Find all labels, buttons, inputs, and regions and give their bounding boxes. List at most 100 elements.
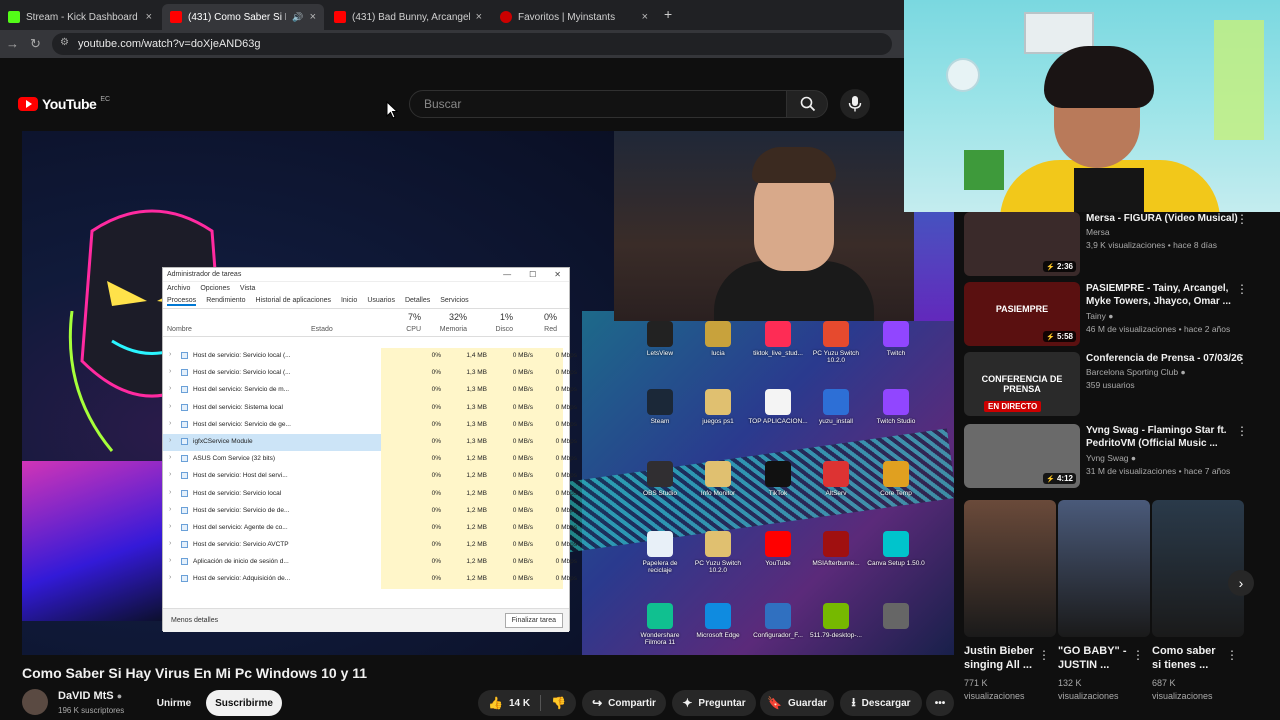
tab-procesos[interactable]: Procesos	[167, 297, 197, 306]
more-options-icon[interactable]: ⋮	[1226, 648, 1238, 662]
youtube-logo[interactable]: YouTube EC	[18, 96, 110, 112]
short-thumbnail[interactable]	[1058, 500, 1150, 637]
column-disk[interactable]: Disco	[463, 326, 513, 333]
search-button[interactable]	[786, 90, 828, 118]
channel-avatar[interactable]	[22, 689, 48, 715]
download-button[interactable]: ⭳ Descargar	[840, 690, 922, 716]
short-thumbnail[interactable]	[1152, 500, 1244, 637]
expand-chevron-icon[interactable]: ›	[169, 368, 171, 375]
expand-chevron-icon[interactable]: ›	[169, 454, 171, 461]
menu-archivo[interactable]: Archivo	[167, 285, 190, 292]
thumbs-down-icon[interactable]: 👎	[551, 696, 566, 710]
process-row[interactable]: › Host de servicio: Servicio de de... 0% 1,…	[163, 502, 577, 520]
process-row[interactable]: › Host de servicio: Servicio AVCTP 0% 1,2 M…	[163, 537, 577, 555]
speaker-icon[interactable]: 🔊	[292, 12, 303, 23]
expand-chevron-icon[interactable]: ›	[169, 523, 171, 530]
tab-myinstants[interactable]: Favoritos | Myinstants ×	[492, 4, 656, 30]
close-tab-icon[interactable]: ×	[310, 11, 316, 23]
end-task-button[interactable]: Finalizar tarea	[504, 613, 563, 628]
search-input[interactable]: Buscar	[409, 90, 787, 118]
process-row[interactable]: › Host de servicio: Servicio local (... 0%…	[163, 348, 577, 366]
join-button[interactable]: Unirme	[144, 690, 204, 716]
expand-chevron-icon[interactable]: ›	[169, 540, 171, 547]
menu-opciones[interactable]: Opciones	[200, 285, 230, 292]
recommended-channel[interactable]: Yvng Swag ●	[1086, 453, 1136, 463]
shorts-next-button[interactable]: ›	[1228, 570, 1254, 596]
new-tab-button[interactable]: +	[664, 6, 672, 22]
short-thumbnail[interactable]	[964, 500, 1056, 637]
more-options-icon[interactable]: ⋮	[1132, 648, 1144, 662]
column-status[interactable]: Estado	[311, 326, 333, 333]
recommended-video[interactable]: ⚡ 4:12 Yvng Swag - Flamingo Star ft. Pedr…	[964, 424, 1264, 496]
column-network[interactable]: Red	[507, 326, 557, 333]
recommended-title[interactable]: PASIEMPRE - Tainy, Arcangel, Myke Towers…	[1086, 282, 1246, 308]
more-options-icon[interactable]: ⋮	[1236, 352, 1248, 366]
menu-vista[interactable]: Vista	[240, 285, 255, 292]
video-thumbnail[interactable]: ⚡ 2:36	[964, 212, 1080, 276]
column-memory[interactable]: Memoria	[417, 326, 467, 333]
process-row[interactable]: › ASUS Com Service (32 bits) 0% 1,2 MB 0 MB/…	[163, 451, 577, 469]
column-name[interactable]: Nombre	[167, 326, 192, 333]
recommended-channel[interactable]: Tainy ●	[1086, 311, 1113, 321]
close-icon[interactable]: ✕	[554, 270, 561, 279]
expand-chevron-icon[interactable]: ›	[169, 403, 171, 410]
thumbs-up-icon[interactable]: 👍	[488, 696, 503, 710]
recommended-title[interactable]: Conferencia de Prensa - 07/03/26	[1086, 352, 1246, 365]
expand-chevron-icon[interactable]: ›	[169, 385, 171, 392]
process-row[interactable]: › Host de servicio: Host del servi... 0% 1,…	[163, 468, 577, 486]
share-button[interactable]: ↪ Compartir	[582, 690, 666, 716]
expand-chevron-icon[interactable]: ›	[169, 489, 171, 496]
like-count[interactable]: 14 K	[509, 698, 530, 709]
expand-chevron-icon[interactable]: ›	[169, 420, 171, 427]
process-row[interactable]: › Aplicación de inicio de sesión d... 0% 1,…	[163, 554, 577, 572]
process-row[interactable]: › Host del servicio: Agente de co... 0% 1,2…	[163, 519, 577, 538]
process-row[interactable]: › Host del servicio: Servicio de m... 0% 1,…	[163, 382, 577, 400]
process-row[interactable]: › Host del servicio: Sistema local 0% 1,3 M…	[163, 399, 577, 417]
process-row[interactable]: › Host de servicio: Servicio local 0% 1,2 M…	[163, 485, 577, 503]
subscribe-button[interactable]: Suscribirme	[206, 690, 282, 716]
minimize-icon[interactable]: —	[503, 270, 511, 279]
tab-inicio[interactable]: Inicio	[341, 297, 357, 306]
close-tab-icon[interactable]: ×	[476, 11, 482, 23]
close-tab-icon[interactable]: ×	[642, 11, 648, 23]
more-options-icon[interactable]: ⋮	[1236, 282, 1248, 296]
process-row[interactable]: › Host de servicio: Adquisición de... 0% 1,…	[163, 571, 577, 589]
recommended-channel[interactable]: Barcelona Sporting Club ●	[1086, 367, 1186, 377]
voice-search-button[interactable]	[840, 89, 870, 119]
forward-icon[interactable]: →	[6, 36, 19, 51]
expand-chevron-icon[interactable]: ›	[169, 506, 171, 513]
process-row[interactable]: › igfxCService Module 0% 1,3 MB 0 MB/s 0 Mbps	[163, 433, 577, 452]
site-info-icon[interactable]: ⚙	[60, 37, 69, 48]
more-actions-button[interactable]: •••	[926, 690, 954, 716]
short-title[interactable]: Como saber si tienes ...	[1152, 644, 1222, 672]
recommended-video[interactable]: CONFERENCIA DE PRENSA EN DIRECTO Conferenc…	[964, 352, 1264, 424]
tab-historial[interactable]: Historial de aplicaciones	[256, 297, 331, 306]
reload-icon[interactable]: ↻	[30, 36, 41, 52]
recommended-video[interactable]: PASIEMPRE ⚡ 5:58 PASIEMPRE - Tainy, Arcang…	[964, 282, 1264, 354]
tab-rendimiento[interactable]: Rendimiento	[206, 297, 245, 306]
expand-chevron-icon[interactable]: ›	[169, 471, 171, 478]
short-title[interactable]: "GO BABY" - JUSTIN ...	[1058, 644, 1128, 672]
video-thumbnail[interactable]: PASIEMPRE ⚡ 5:58	[964, 282, 1080, 346]
more-options-icon[interactable]: ⋮	[1236, 424, 1248, 438]
less-details-button[interactable]: Menos detalles	[171, 617, 218, 624]
tab-youtube-video[interactable]: (431) Como Saber Si Hay Vi 🔊 ×	[162, 4, 324, 30]
expand-chevron-icon[interactable]: ›	[169, 557, 171, 564]
recommended-channel[interactable]: Mersa	[1086, 227, 1110, 237]
tab-detalles[interactable]: Detalles	[405, 297, 430, 306]
recommended-video[interactable]: ⚡ 2:36 Mersa - FIGURA (Video Musical) Mers…	[964, 212, 1264, 284]
save-button[interactable]: 🔖 Guardar	[760, 690, 834, 716]
recommended-title[interactable]: Yvng Swag - Flamingo Star ft. PedritoVM …	[1086, 424, 1246, 450]
task-manager-window[interactable]: Administrador de tareas — ☐ ✕ Archivo Op…	[162, 267, 577, 632]
expand-chevron-icon[interactable]: ›	[169, 437, 171, 444]
tab-kick-dashboard[interactable]: Stream - Kick Dashboard ×	[0, 4, 160, 30]
video-thumbnail[interactable]: ⚡ 4:12	[964, 424, 1080, 488]
expand-chevron-icon[interactable]: ›	[169, 574, 171, 581]
column-cpu[interactable]: CPU	[371, 326, 421, 333]
short-title[interactable]: Justin Bieber singing All ...	[964, 644, 1034, 672]
process-row[interactable]: › Host de servicio: Servicio local (... 0%…	[163, 365, 577, 383]
ask-button[interactable]: ✦ Preguntar	[672, 690, 756, 716]
expand-chevron-icon[interactable]: ›	[169, 351, 171, 358]
maximize-icon[interactable]: ☐	[529, 270, 536, 279]
task-manager-titlebar[interactable]: Administrador de tareas — ☐ ✕	[163, 268, 569, 282]
